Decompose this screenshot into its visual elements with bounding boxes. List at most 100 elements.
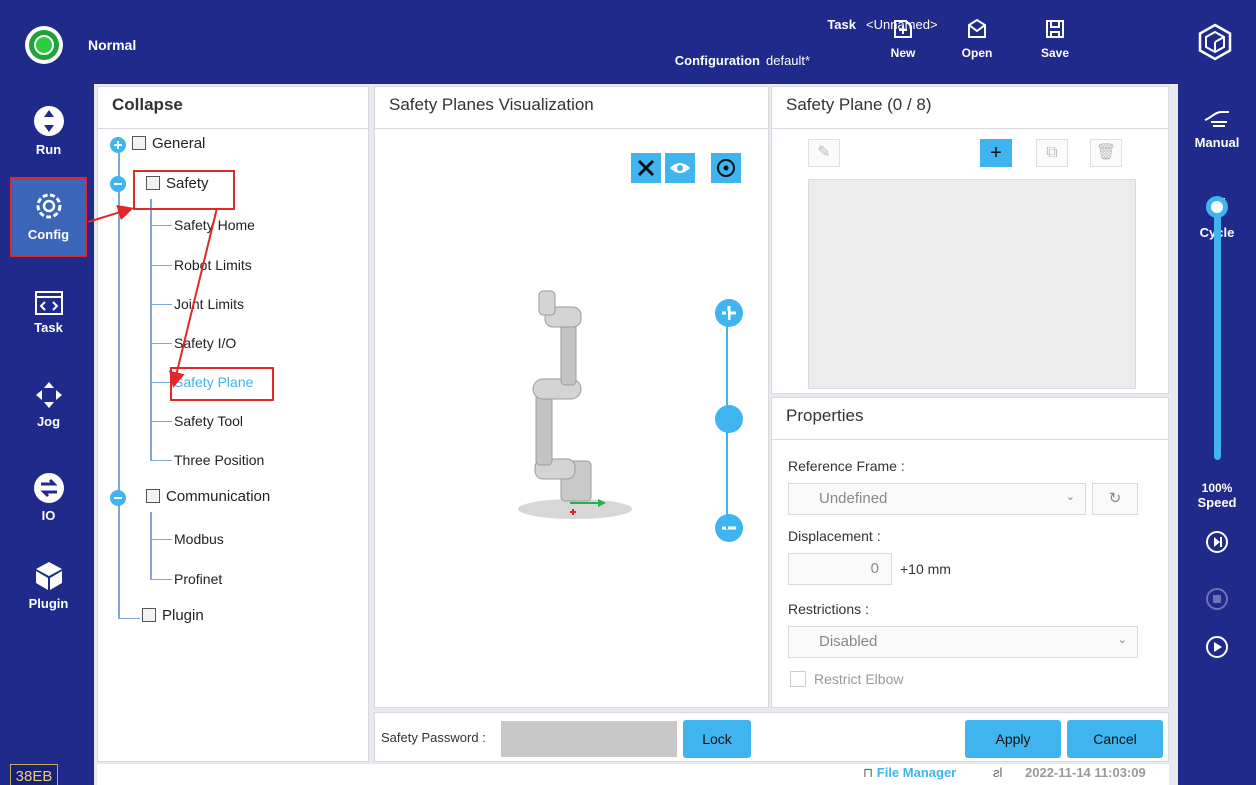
displacement-step: +10 mm: [900, 561, 951, 577]
eye-icon: [670, 163, 690, 173]
folder-icon: ⊓: [863, 765, 877, 780]
stop-icon[interactable]: [1205, 587, 1229, 611]
reset-view-button[interactable]: [711, 153, 741, 183]
tree-item-modbus[interactable]: Modbus: [174, 531, 224, 547]
restrict-elbow-label: Restrict Elbow: [814, 671, 904, 687]
collapse-header[interactable]: Collapse: [98, 87, 368, 129]
manual-mode-button[interactable]: Manual: [1178, 106, 1256, 150]
zoom-in-button[interactable]: [715, 299, 743, 327]
brand-logo-icon: [1198, 23, 1232, 61]
tree-item-joint-limits[interactable]: Joint Limits: [174, 296, 244, 312]
speed-slider-handle[interactable]: [1206, 196, 1228, 218]
nav-run[interactable]: Run: [10, 94, 87, 174]
tree-node-plugin[interactable]: Plugin: [142, 607, 204, 624]
step-forward-icon[interactable]: [1205, 530, 1229, 554]
open-button[interactable]: Open: [952, 18, 1002, 60]
copy-plane-button[interactable]: ⧉: [1036, 139, 1068, 167]
tree-node-communication[interactable]: Communication: [146, 488, 270, 505]
config-tree-panel: Collapse General Safety Safety Home Robo…: [97, 86, 369, 762]
tree-item-robot-limits[interactable]: Robot Limits: [174, 257, 252, 273]
nav-task-label: Task: [34, 320, 63, 335]
safety-plane-list[interactable]: [808, 179, 1136, 389]
gear-icon: [36, 193, 61, 219]
collapse-label: Collapse: [112, 95, 183, 114]
bottom-action-bar: Safety Password : Lock Apply Cancel: [374, 712, 1169, 762]
new-file-icon: [894, 20, 912, 38]
tree-branch: [150, 460, 172, 461]
nav-jog-label: Jog: [36, 414, 61, 429]
refresh-frame-button[interactable]: ↻: [1092, 483, 1138, 515]
displacement-input[interactable]: 0: [788, 553, 892, 585]
nav-jog[interactable]: Jog: [10, 370, 87, 450]
nav-config[interactable]: Config: [10, 177, 87, 257]
tree-line: [150, 512, 152, 580]
top-bar: Normal Task <Unnamed> Configuration defa…: [0, 0, 1256, 84]
plugin-icon: [142, 608, 156, 622]
save-button[interactable]: Save: [1030, 18, 1080, 60]
tree-item-profinet[interactable]: Profinet: [174, 571, 222, 587]
restrict-elbow-checkbox[interactable]: [790, 671, 806, 687]
tree-branch: [150, 304, 172, 305]
grid-icon: [132, 136, 146, 150]
open-label: Open: [961, 46, 993, 60]
add-plane-button[interactable]: +: [980, 139, 1012, 167]
nav-config-label: Config: [27, 227, 70, 242]
tree-item-safety-tool[interactable]: Safety Tool: [174, 413, 243, 429]
cancel-button[interactable]: Cancel: [1067, 720, 1163, 758]
delete-plane-button[interactable]: 🗑: [1090, 139, 1122, 167]
safety-plane-panel: Safety Plane (0 / 8) ✎ + ⧉ 🗑: [771, 86, 1169, 394]
zoom-out-button[interactable]: [715, 514, 743, 542]
tools-button[interactable]: [631, 153, 661, 183]
hand-icon: [1204, 111, 1229, 127]
speed-slider-track[interactable]: [1214, 208, 1221, 460]
zoom-slider-handle[interactable]: [715, 405, 743, 433]
properties-title: Properties: [772, 398, 1168, 440]
new-label: New: [890, 46, 916, 60]
expand-general-icon[interactable]: [110, 137, 126, 153]
minus-icon: [722, 526, 736, 530]
manual-label: Manual: [1194, 135, 1240, 150]
chevron-down-icon: ⌄: [1117, 634, 1127, 646]
task-label: Task: [827, 17, 856, 32]
nav-plugin[interactable]: Plugin: [10, 550, 87, 630]
view-button[interactable]: [665, 153, 695, 183]
open-icon: [968, 18, 986, 38]
tree-line: [118, 147, 120, 619]
tree-branch: [118, 618, 140, 619]
lock-button[interactable]: Lock: [683, 720, 751, 758]
tree-item-three-position[interactable]: Three Position: [174, 452, 264, 468]
properties-panel: Properties Reference Frame : Undefined ⌄…: [771, 397, 1169, 708]
tree-item-safety-io[interactable]: Safety I/O: [174, 335, 236, 351]
nav-plugin-label: Plugin: [28, 596, 69, 611]
collapse-safety-icon[interactable]: [110, 176, 126, 192]
file-manager-link[interactable]: ⊓ File Manager: [863, 765, 956, 781]
plus-icon: [722, 306, 736, 320]
copy-icon: ⧉: [1046, 144, 1058, 161]
reference-frame-label: Reference Frame :: [788, 458, 905, 474]
nav-io-label: IO: [41, 508, 56, 523]
status-label: Normal: [88, 37, 137, 53]
restrictions-select[interactable]: Disabled ⌄: [788, 626, 1138, 658]
tree-node-general[interactable]: General: [132, 135, 205, 152]
apply-button[interactable]: Apply: [965, 720, 1061, 758]
nav-io[interactable]: IO: [10, 462, 87, 542]
restrictions-label: Restrictions :: [788, 601, 869, 617]
trash-icon: 🗑: [1095, 144, 1117, 161]
play-icon[interactable]: [1205, 635, 1229, 659]
new-button[interactable]: New: [878, 18, 928, 60]
nav-task[interactable]: Task: [10, 280, 87, 360]
tree-branch: [150, 265, 172, 266]
reference-frame-select[interactable]: Undefined ⌄: [788, 483, 1086, 515]
tree-branch: [150, 579, 172, 580]
io-icon: [33, 473, 64, 503]
tree-branch: [150, 225, 172, 226]
code-window-icon: [34, 291, 63, 315]
collapse-communication-icon[interactable]: [110, 490, 126, 506]
edit-plane-button[interactable]: ✎: [808, 139, 840, 167]
safety-plane-title: Safety Plane (0 / 8): [772, 87, 1168, 129]
zoom-slider-track[interactable]: [726, 311, 728, 529]
tree-item-safety-home[interactable]: Safety Home: [174, 217, 255, 233]
save-label: Save: [1040, 46, 1070, 60]
right-navigation: Manual Cycle 100% Speed: [1178, 84, 1256, 785]
safety-password-input[interactable]: [501, 721, 677, 757]
